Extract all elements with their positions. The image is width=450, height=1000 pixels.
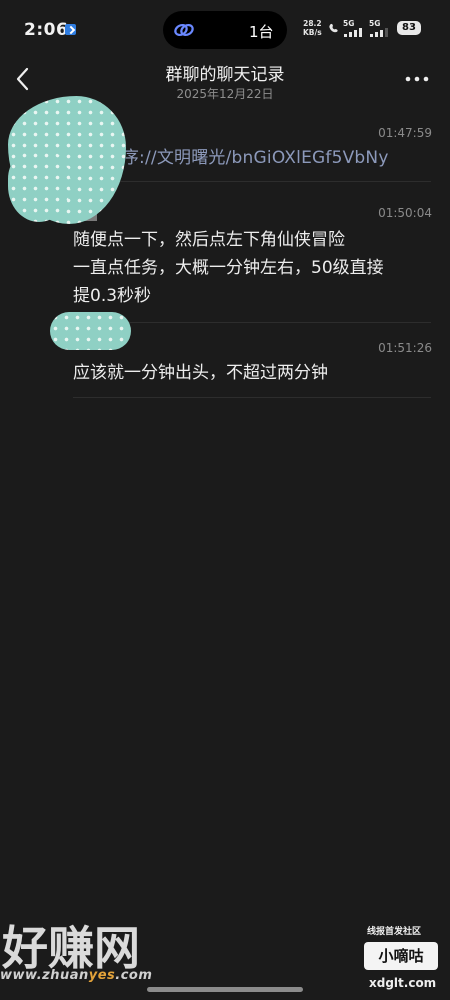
status-bar: 2:06 1台 28.2 KB/s 5G 5G 83	[0, 0, 450, 60]
redaction-mark	[8, 150, 70, 222]
sim2-network-label: 5G	[369, 19, 381, 28]
sim1-network-label: 5G	[343, 19, 355, 28]
watermark-community-logo: 线报首发社区 小嘀咕 xdglt.com	[358, 920, 450, 995]
watermark-url-accent: yes	[88, 968, 116, 983]
message-divider	[73, 397, 431, 398]
message-text: 应该就一分钟出头，不超过两分钟	[73, 363, 328, 383]
status-time: 2:06	[24, 20, 69, 40]
message-text: 随便点一下，然后点左下角仙侠冒险 一直点任务，大概一分钟左右，50级直接 提0.…	[73, 226, 423, 310]
island-label: 1台	[249, 23, 274, 41]
watermark-url-prefix: www.zhuan	[0, 968, 89, 983]
message-line: 随便点一下，然后点左下角仙侠冒险	[73, 230, 345, 250]
app-notification-icon	[65, 24, 76, 35]
message-time: 01:47:59	[378, 126, 432, 140]
watermark-tagline: 线报首发社区	[367, 927, 422, 937]
watermark-url: www.zhuanyes.com	[0, 968, 152, 983]
message-line: 一直点任务，大概一分钟左右，50级直接	[73, 258, 384, 278]
signal-bars-icon	[344, 28, 362, 37]
watermark-brand-box: 小嘀咕	[364, 942, 438, 970]
sim2-signal: 5G	[369, 19, 391, 37]
signal-bars-icon	[370, 28, 388, 37]
link-icon	[174, 23, 194, 37]
redaction-mark	[50, 312, 131, 350]
message-divider	[73, 181, 431, 182]
more-options-icon[interactable]	[404, 74, 430, 84]
dynamic-island[interactable]: 1台	[163, 11, 287, 49]
watermark-site-logo: 好赚网 www.zhuanyes.com	[0, 912, 200, 992]
network-speed: 28.2 KB/s	[303, 19, 322, 37]
network-speed-unit: KB/s	[303, 28, 322, 37]
watermark-domain: xdglt.com	[369, 976, 437, 990]
message-time: 01:51:26	[378, 341, 432, 355]
sim1-signal: 5G	[343, 19, 365, 37]
message-time: 01:50:04	[378, 206, 432, 220]
chat-history-page: 2:06 1台 28.2 KB/s 5G 5G 83 群聊的聊天记录 2025年…	[0, 0, 450, 1000]
hd-call-icon	[329, 23, 338, 33]
battery-indicator: 83	[397, 21, 421, 35]
home-indicator[interactable]	[147, 987, 303, 992]
watermark-url-suffix: .com	[115, 968, 153, 983]
network-speed-value: 28.2	[303, 19, 322, 28]
page-title: 群聊的聊天记录	[165, 65, 285, 85]
message-line: 提0.3秒秒	[73, 286, 152, 306]
